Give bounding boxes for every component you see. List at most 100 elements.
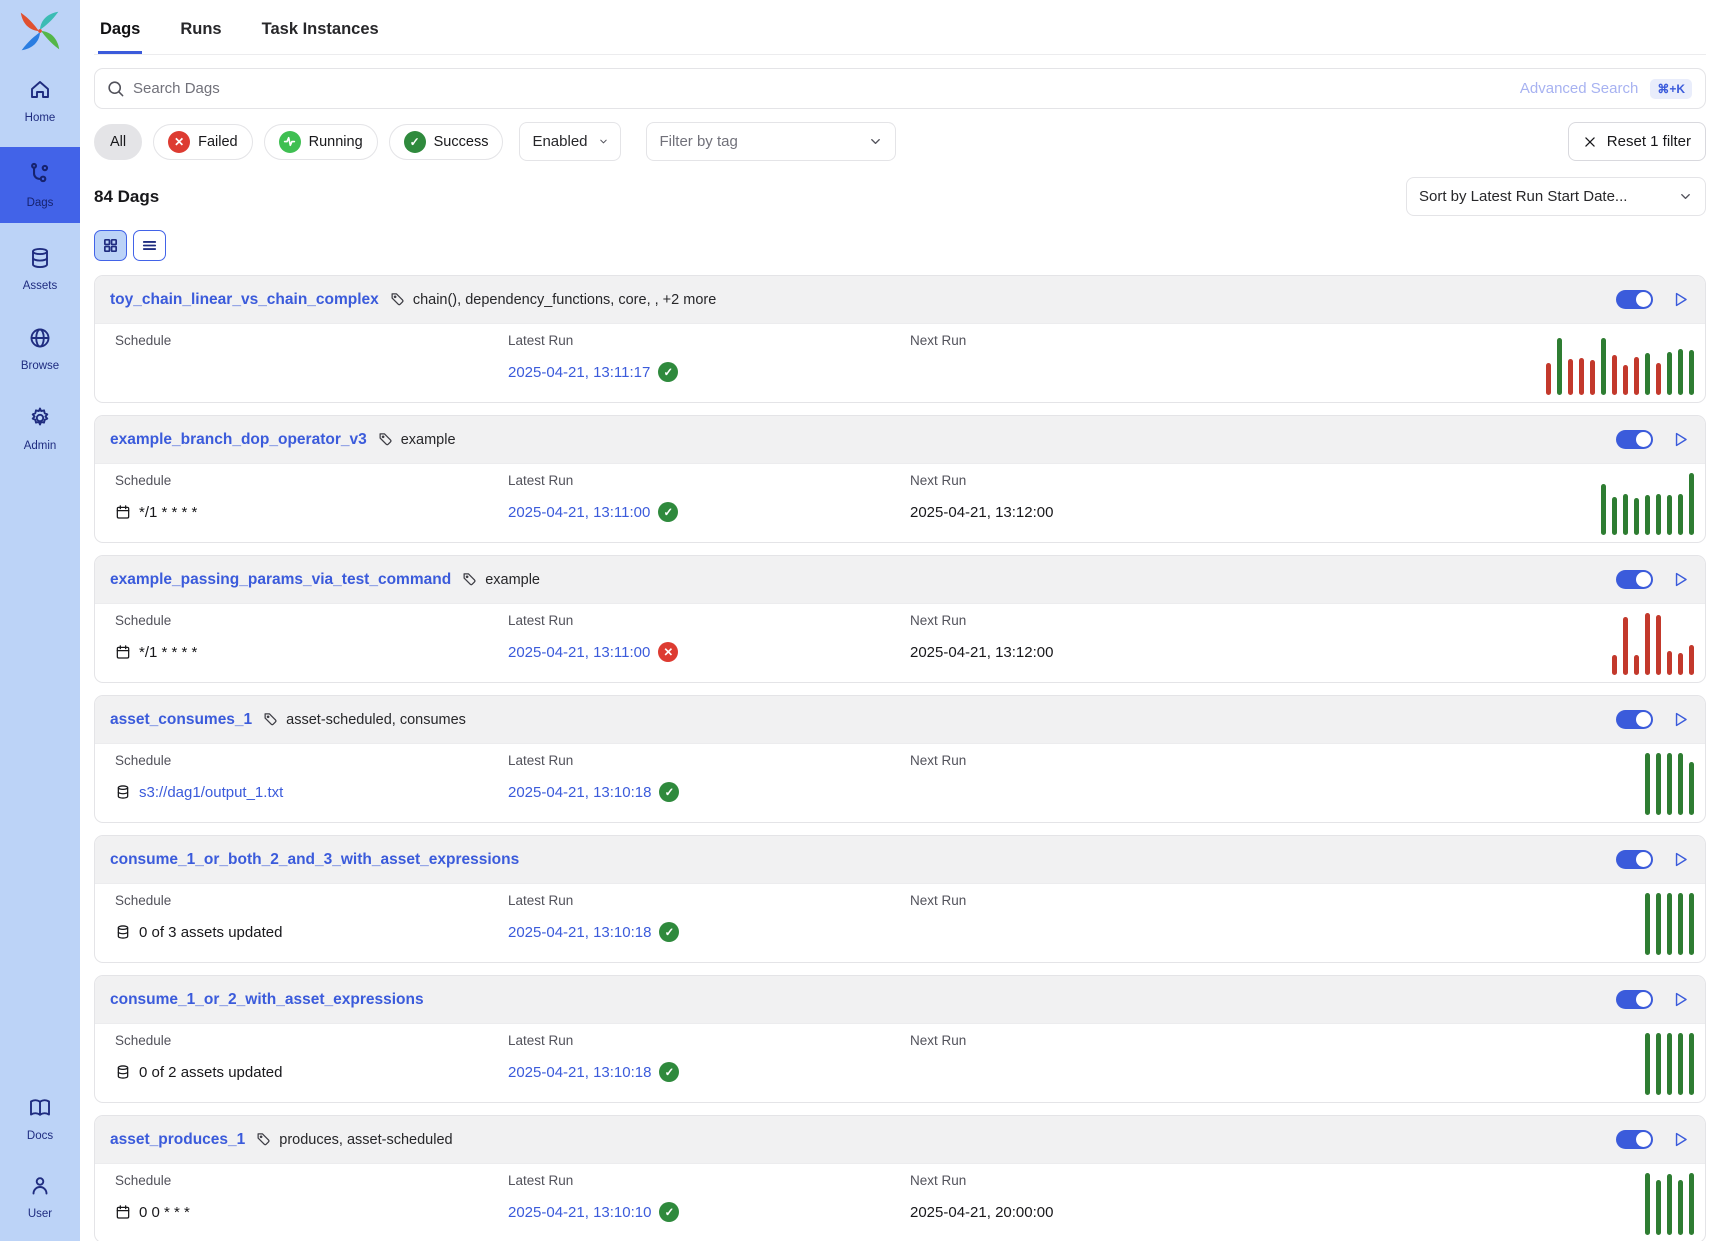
run-bar[interactable] [1678, 494, 1683, 535]
dag-enabled-toggle[interactable] [1616, 290, 1653, 309]
latest-run-link[interactable]: 2025-04-21, 13:10:10 [508, 1204, 651, 1221]
filter-chip-failed[interactable]: ✕ Failed [153, 124, 253, 160]
dag-enabled-toggle[interactable] [1616, 990, 1653, 1009]
dag-enabled-toggle[interactable] [1616, 570, 1653, 589]
card-view-button[interactable] [94, 230, 127, 261]
table-view-button[interactable] [133, 230, 166, 261]
dag-enabled-toggle[interactable] [1616, 430, 1653, 449]
latest-run-link[interactable]: 2025-04-21, 13:10:18 [508, 924, 651, 941]
run-bar[interactable] [1568, 359, 1573, 395]
run-bar[interactable] [1667, 352, 1672, 395]
dag-enabled-toggle[interactable] [1616, 1130, 1653, 1149]
reset-filter-button[interactable]: Reset 1 filter [1568, 122, 1706, 161]
filter-chip-running[interactable]: Running [264, 124, 378, 160]
run-bar[interactable] [1689, 645, 1694, 675]
run-bar[interactable] [1634, 498, 1639, 535]
sidebar-item-user[interactable]: User [0, 1163, 80, 1231]
advanced-search-link[interactable]: Advanced Search [1520, 80, 1638, 97]
run-bar[interactable] [1634, 357, 1639, 395]
run-bar[interactable] [1645, 495, 1650, 535]
run-bar[interactable] [1689, 1033, 1694, 1095]
run-bar[interactable] [1557, 338, 1562, 395]
latest-run-link[interactable]: 2025-04-21, 13:10:18 [508, 784, 651, 801]
run-bar[interactable] [1678, 349, 1683, 395]
run-bar[interactable] [1689, 893, 1694, 955]
run-bar[interactable] [1623, 494, 1628, 535]
run-bar[interactable] [1667, 893, 1672, 955]
run-bar[interactable] [1634, 655, 1639, 675]
airflow-logo[interactable] [0, 0, 80, 67]
tab-task-instances[interactable]: Task Instances [260, 14, 381, 54]
sidebar-item-dags[interactable]: Dags [0, 147, 80, 223]
run-bar[interactable] [1678, 653, 1683, 675]
run-bar[interactable] [1689, 350, 1694, 395]
run-bar[interactable] [1601, 338, 1606, 395]
run-bar[interactable] [1612, 355, 1617, 395]
run-bar[interactable] [1590, 360, 1595, 395]
sidebar-item-browse[interactable]: Browse [0, 315, 80, 383]
run-bar[interactable] [1645, 1173, 1650, 1235]
run-bar[interactable] [1579, 358, 1584, 395]
dag-name-link[interactable]: asset_produces_1 [110, 1131, 245, 1149]
run-bar[interactable] [1645, 893, 1650, 955]
sidebar-item-assets[interactable]: Assets [0, 235, 80, 303]
run-bar[interactable] [1623, 365, 1628, 395]
filter-chip-all[interactable]: All [94, 124, 142, 160]
run-bar[interactable] [1678, 753, 1683, 815]
dag-name-link[interactable]: asset_consumes_1 [110, 711, 252, 729]
trigger-dag-button[interactable] [1671, 850, 1690, 869]
schedule-asset-link[interactable]: s3://dag1/output_1.txt [139, 784, 283, 801]
run-bar[interactable] [1601, 484, 1606, 535]
run-bar[interactable] [1656, 494, 1661, 535]
run-bar[interactable] [1667, 651, 1672, 675]
dag-name-link[interactable]: example_branch_dop_operator_v3 [110, 431, 367, 449]
trigger-dag-button[interactable] [1671, 1130, 1690, 1149]
latest-run-link[interactable]: 2025-04-21, 13:11:17 [508, 364, 650, 381]
run-bar[interactable] [1645, 613, 1650, 675]
run-bar[interactable] [1612, 655, 1617, 675]
tag-filter-select[interactable]: Filter by tag [646, 122, 896, 161]
sidebar-item-docs[interactable]: Docs [0, 1085, 80, 1153]
run-bar[interactable] [1667, 1033, 1672, 1095]
dag-enabled-toggle[interactable] [1616, 710, 1653, 729]
run-bar[interactable] [1656, 363, 1661, 395]
run-bar[interactable] [1667, 753, 1672, 815]
run-bar[interactable] [1667, 495, 1672, 535]
tab-runs[interactable]: Runs [178, 14, 223, 54]
run-bar[interactable] [1689, 1173, 1694, 1235]
sidebar-item-home[interactable]: Home [0, 67, 80, 135]
run-bar[interactable] [1678, 1180, 1683, 1235]
run-bar[interactable] [1656, 753, 1661, 815]
run-bar[interactable] [1656, 1180, 1661, 1235]
run-bar[interactable] [1645, 1033, 1650, 1095]
run-bar[interactable] [1656, 615, 1661, 675]
dag-name-link[interactable]: example_passing_params_via_test_command [110, 571, 451, 589]
sort-select[interactable]: Sort by Latest Run Start Date... [1406, 177, 1706, 216]
run-bar[interactable] [1678, 893, 1683, 955]
run-bar[interactable] [1612, 497, 1617, 535]
trigger-dag-button[interactable] [1671, 570, 1690, 589]
latest-run-link[interactable]: 2025-04-21, 13:10:18 [508, 1064, 651, 1081]
run-bar[interactable] [1656, 893, 1661, 955]
run-bar[interactable] [1667, 1174, 1672, 1235]
dag-enabled-toggle[interactable] [1616, 850, 1653, 869]
run-bar[interactable] [1645, 753, 1650, 815]
dag-name-link[interactable]: consume_1_or_2_with_asset_expressions [110, 991, 424, 1009]
trigger-dag-button[interactable] [1671, 710, 1690, 729]
dag-name-link[interactable]: toy_chain_linear_vs_chain_complex [110, 291, 379, 309]
run-bar[interactable] [1645, 353, 1650, 395]
run-bar[interactable] [1678, 1033, 1683, 1095]
sidebar-item-admin[interactable]: Admin [0, 395, 80, 463]
run-bar[interactable] [1689, 762, 1694, 815]
filter-chip-success[interactable]: ✓ Success [389, 124, 504, 160]
search-input[interactable] [94, 68, 1706, 109]
run-bar[interactable] [1546, 363, 1551, 395]
run-bar[interactable] [1689, 473, 1694, 535]
tab-dags[interactable]: Dags [98, 14, 142, 54]
trigger-dag-button[interactable] [1671, 990, 1690, 1009]
run-bar[interactable] [1623, 617, 1628, 675]
run-bar[interactable] [1656, 1033, 1661, 1095]
enabled-filter-select[interactable]: Enabled [519, 122, 621, 161]
latest-run-link[interactable]: 2025-04-21, 13:11:00 [508, 644, 650, 661]
trigger-dag-button[interactable] [1671, 430, 1690, 449]
